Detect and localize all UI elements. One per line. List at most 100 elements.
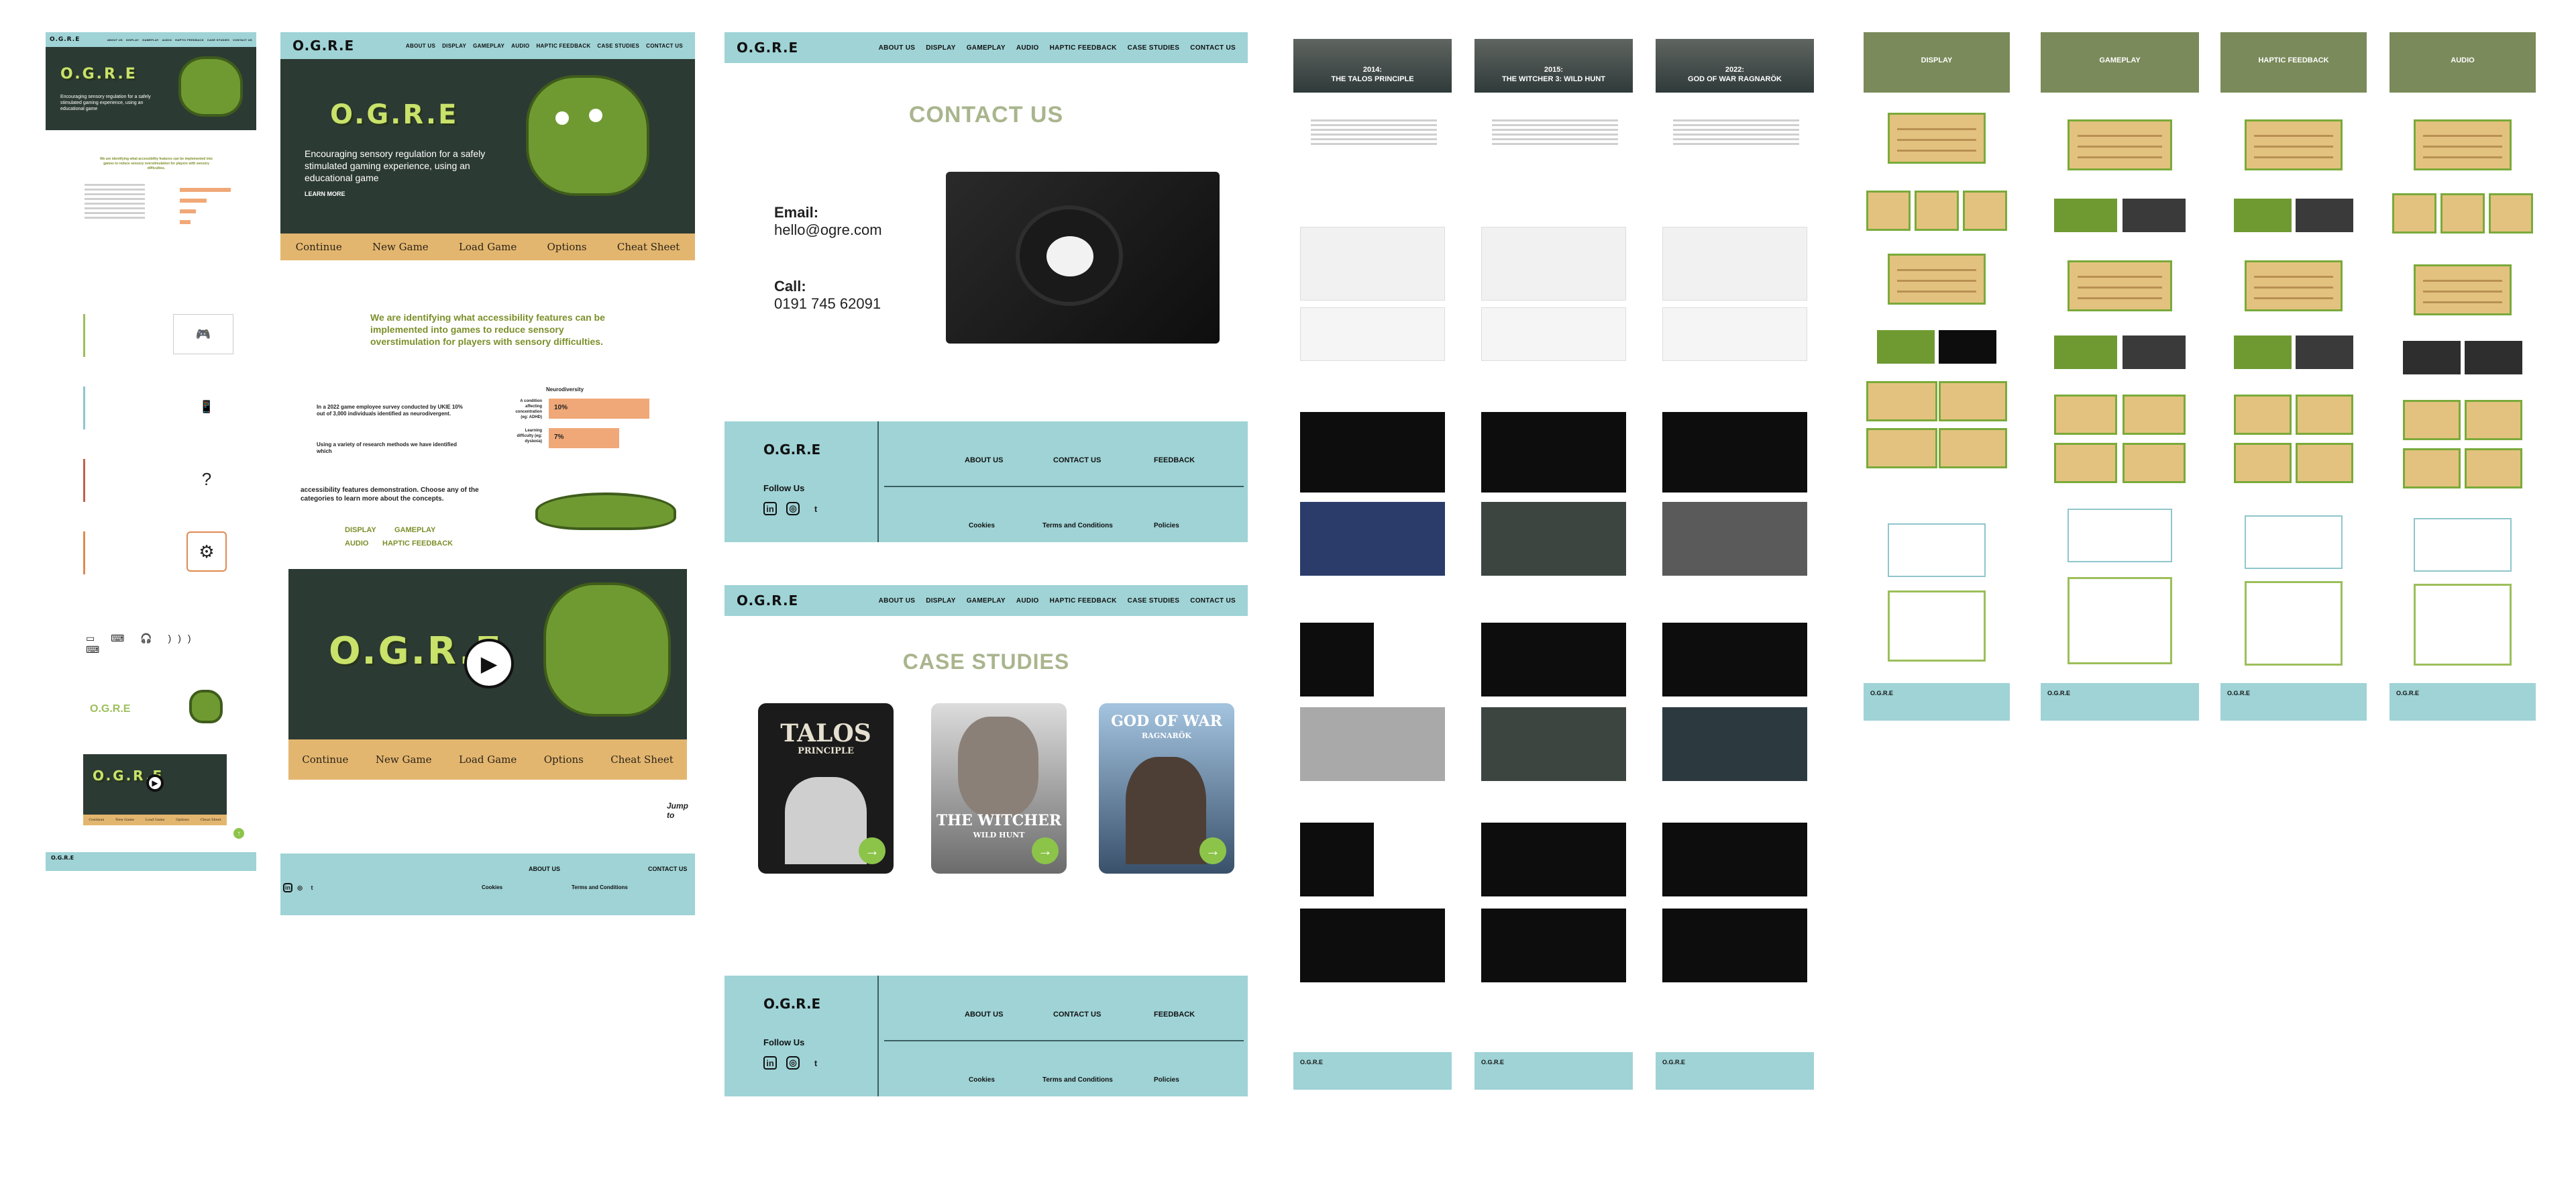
- category-audio-link[interactable]: AUDIO: [345, 539, 368, 548]
- case-nav-about[interactable]: ABOUT US: [879, 597, 916, 605]
- home-nav-contact[interactable]: CONTACT US: [646, 43, 683, 49]
- audio-feedback-form[interactable]: [2414, 518, 2512, 572]
- mobile-jump-button[interactable]: ↑: [233, 828, 244, 839]
- linkedin-icon[interactable]: in: [763, 502, 777, 515]
- twitter-icon[interactable]: t: [809, 1056, 822, 1070]
- contact-footer-contact[interactable]: CONTACT US: [1053, 456, 1101, 464]
- case-footer-contact[interactable]: CONTACT US: [1053, 1011, 1101, 1019]
- display-feedback-form[interactable]: [1888, 523, 1986, 577]
- video-menu-load[interactable]: Load Game: [459, 754, 517, 766]
- twitter-icon[interactable]: t: [809, 502, 822, 515]
- case-card-witcher[interactable]: THE WITCHER WILD HUNT →: [931, 703, 1067, 874]
- home-menu-options[interactable]: Options: [547, 241, 587, 253]
- category-display-link[interactable]: DISPLAY: [345, 526, 376, 534]
- contact-footer-policies[interactable]: Policies: [1154, 522, 1179, 529]
- contact-logo[interactable]: O.G.R.E: [737, 40, 798, 56]
- video-menu-cheat[interactable]: Cheat Sheet: [610, 754, 673, 766]
- video-menu-new[interactable]: New Game: [376, 754, 432, 766]
- contact-nav-case[interactable]: CASE STUDIES: [1128, 44, 1180, 52]
- home-logo[interactable]: O.G.R.E: [292, 38, 354, 54]
- case-nav-display[interactable]: DISPLAY: [926, 597, 956, 605]
- mobile-rule-3: [83, 459, 85, 502]
- mobile-nav-gameplay[interactable]: GAMEPLAY: [142, 38, 159, 42]
- gameplay-feedback-form[interactable]: [2068, 509, 2172, 562]
- home-nav-about[interactable]: ABOUT US: [406, 43, 435, 49]
- gow-arrow-icon[interactable]: →: [1199, 837, 1226, 864]
- contact-footer-about[interactable]: ABOUT US: [965, 456, 1003, 464]
- contact-nav-audio[interactable]: AUDIO: [1016, 44, 1039, 52]
- home-footer-terms[interactable]: Terms and Conditions: [572, 884, 628, 890]
- case-footer-policies[interactable]: Policies: [1154, 1076, 1179, 1084]
- category-haptic-link[interactable]: HAPTIC FEEDBACK: [382, 539, 453, 548]
- case-nav-haptic[interactable]: HAPTIC FEEDBACK: [1050, 597, 1117, 605]
- case-footer-about[interactable]: ABOUT US: [965, 1011, 1003, 1019]
- mobile-logo[interactable]: O.G.R.E: [50, 36, 80, 43]
- mobile-menu-cheat[interactable]: Cheat Sheet: [200, 818, 221, 822]
- home-video[interactable]: O.G.R.E ▶: [288, 569, 687, 739]
- mobile-video-thumb[interactable]: O.G.R.E ▶: [83, 754, 227, 815]
- talos-arrow-icon[interactable]: →: [859, 837, 885, 864]
- mobile-nav-display[interactable]: DISPLAY: [126, 38, 139, 42]
- home-footer-about[interactable]: ABOUT US: [529, 866, 560, 872]
- video-menu-options[interactable]: Options: [544, 754, 584, 766]
- case-card-gow[interactable]: GOD OF WAR RAGNARÖK →: [1099, 703, 1234, 874]
- contact-nav-contact[interactable]: CONTACT US: [1190, 44, 1236, 52]
- contact-nav-haptic[interactable]: HAPTIC FEEDBACK: [1050, 44, 1117, 52]
- case-footer-feedback[interactable]: FEEDBACK: [1154, 1011, 1195, 1019]
- home-nav-audio[interactable]: AUDIO: [511, 43, 529, 49]
- mobile-menu-new[interactable]: New Game: [115, 818, 134, 822]
- case-nav-gameplay[interactable]: GAMEPLAY: [967, 597, 1006, 605]
- gameplay-shot-4: [2123, 335, 2186, 369]
- home-menu-new[interactable]: New Game: [372, 241, 429, 253]
- case-footer-cookies[interactable]: Cookies: [969, 1076, 995, 1084]
- home-footer-contact[interactable]: CONTACT US: [648, 866, 687, 872]
- home-footer-cookies[interactable]: Cookies: [482, 884, 502, 890]
- case-nav-case[interactable]: CASE STUDIES: [1128, 597, 1180, 605]
- home-menu-load[interactable]: Load Game: [459, 241, 517, 253]
- home-nav-haptic[interactable]: HAPTIC FEEDBACK: [536, 43, 590, 49]
- linkedin-icon[interactable]: in: [283, 883, 292, 892]
- instagram-icon[interactable]: ◎: [295, 883, 305, 892]
- haptic-feedback-form[interactable]: [2245, 515, 2343, 569]
- mobile-menu-options[interactable]: Options: [176, 818, 189, 822]
- phone-value[interactable]: 0191 745 62091: [774, 295, 881, 313]
- instagram-icon[interactable]: ◎: [786, 1056, 800, 1070]
- category-gameplay-link[interactable]: GAMEPLAY: [394, 526, 435, 534]
- mobile-play-icon[interactable]: ▶: [146, 774, 164, 792]
- home-nav-display[interactable]: DISPLAY: [442, 43, 466, 49]
- contact-footer-terms[interactable]: Terms and Conditions: [1042, 522, 1113, 529]
- contact-footer-feedback[interactable]: FEEDBACK: [1154, 456, 1195, 464]
- mobile-nav-audio[interactable]: AUDIO: [162, 38, 172, 42]
- instagram-icon[interactable]: ◎: [786, 502, 800, 515]
- case-card-talos[interactable]: TALOS PRINCIPLE →: [758, 703, 894, 874]
- home-nav-gameplay[interactable]: GAMEPLAY: [473, 43, 504, 49]
- home-menu-continue[interactable]: Continue: [296, 241, 342, 253]
- home-nav-case[interactable]: CASE STUDIES: [597, 43, 639, 49]
- haptic-panel-1: [2245, 119, 2343, 170]
- case-footer-terms[interactable]: Terms and Conditions: [1042, 1076, 1113, 1084]
- contact-nav-gameplay[interactable]: GAMEPLAY: [967, 44, 1006, 52]
- case-nav-contact[interactable]: CONTACT US: [1190, 597, 1236, 605]
- case-logo[interactable]: O.G.R.E: [737, 592, 798, 609]
- case-nav-audio[interactable]: AUDIO: [1016, 597, 1039, 605]
- video-menu-continue[interactable]: Continue: [302, 754, 348, 766]
- contact-nav-about[interactable]: ABOUT US: [879, 44, 916, 52]
- mobile-nav-about[interactable]: ABOUT US: [107, 38, 123, 42]
- learn-more-link[interactable]: LEARN MORE: [305, 191, 345, 197]
- contact-nav-display[interactable]: DISPLAY: [926, 44, 956, 52]
- home-menu-cheat[interactable]: Cheat Sheet: [617, 241, 680, 253]
- home-play-icon[interactable]: ▶: [464, 639, 514, 688]
- twitter-icon[interactable]: t: [307, 883, 317, 892]
- audio-banner: AUDIO: [2390, 32, 2536, 93]
- email-value[interactable]: hello@ogre.com: [774, 221, 882, 239]
- mobile-mini-title: O.G.R.E: [90, 703, 131, 715]
- mobile-nav-case[interactable]: CASE STUDIES: [207, 38, 229, 42]
- linkedin-icon[interactable]: in: [763, 1056, 777, 1070]
- mobile-menu-load[interactable]: Load Game: [146, 818, 165, 822]
- contact-footer-cookies[interactable]: Cookies: [969, 522, 995, 529]
- jump-link[interactable]: Jump to: [667, 801, 695, 820]
- witcher-arrow-icon[interactable]: →: [1032, 837, 1059, 864]
- mobile-nav-haptic[interactable]: HAPTIC FEEDBACK: [175, 38, 204, 42]
- mobile-menu-continue[interactable]: Continue: [89, 818, 104, 822]
- mobile-nav-contact[interactable]: CONTACT US: [233, 38, 252, 42]
